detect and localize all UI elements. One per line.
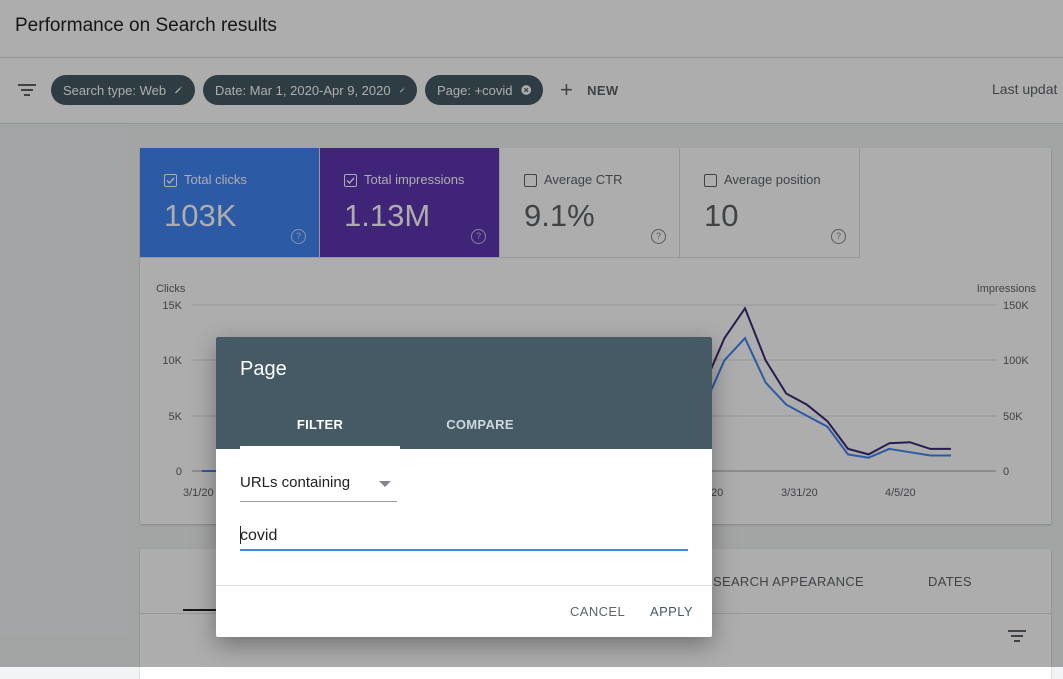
dialog-divider [216,585,712,586]
tab-filter[interactable]: FILTER [240,417,400,432]
url-filter-input[interactable] [240,523,688,551]
apply-button[interactable]: APPLY [650,604,693,619]
text-cursor [240,526,241,544]
dialog-header: Page FILTER COMPARE [216,337,712,449]
page-filter-dialog: Page FILTER COMPARE URLs containing CANC… [216,337,712,637]
cancel-button[interactable]: CANCEL [570,604,625,619]
dialog-title: Page [240,358,287,380]
tab-compare[interactable]: COMPARE [400,417,560,432]
active-tab-indicator [240,446,400,449]
dropdown-arrow-icon [379,481,391,487]
match-type-select[interactable]: URLs containing [240,465,397,502]
select-value: URLs containing [240,474,351,491]
